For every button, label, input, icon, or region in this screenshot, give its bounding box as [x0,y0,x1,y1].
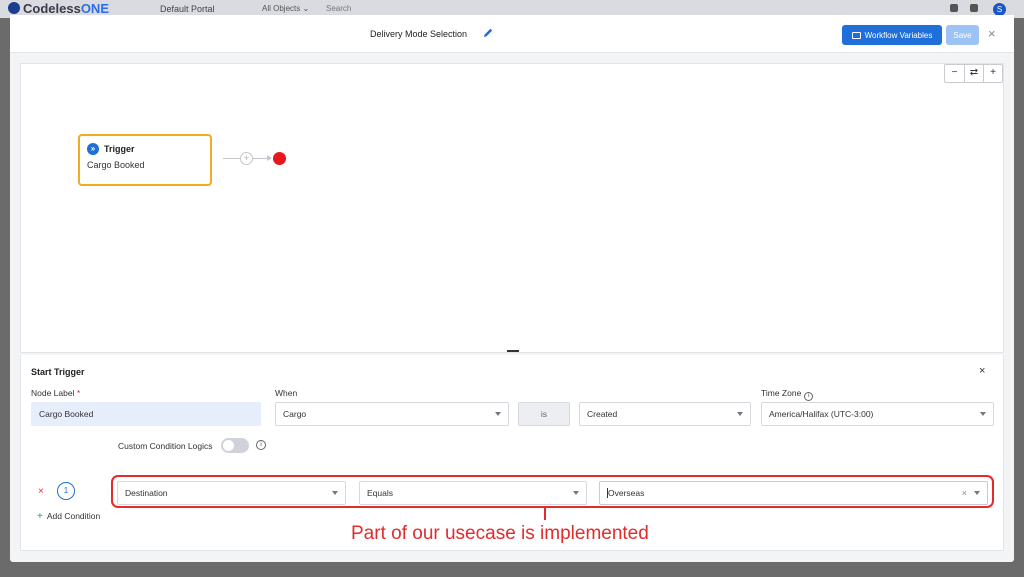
node-label-label: Node Label * [31,388,80,398]
add-condition-button[interactable]: + Add Condition [37,511,100,522]
arrow-head-icon [267,155,272,161]
custom-condition-logics-label: Custom Condition Logics [118,441,213,451]
close-icon[interactable]: × [988,26,996,42]
toggle-knob [223,440,234,451]
box-icon [851,31,861,39]
portal-name: Default Portal [160,4,215,14]
annotation-pointer [544,508,546,520]
add-step-button[interactable]: + [240,152,253,165]
panel-title: Start Trigger [31,367,85,377]
logo-suffix: ONE [80,1,109,16]
chevron-down-icon [495,412,501,416]
pencil-icon[interactable] [482,27,494,39]
trigger-node-subtitle: Cargo Booked [87,160,145,170]
when-operator: is [518,402,570,426]
required-mark: * [76,388,81,398]
reset-view-button[interactable]: ⇄ [964,65,983,82]
end-node [273,152,286,165]
save-button[interactable]: Save [946,25,979,45]
trigger-node[interactable]: » Trigger Cargo Booked [78,134,212,186]
bell-icon [970,4,978,12]
logo-text: Codeless [23,1,81,16]
zoom-controls: − ⇄ + [944,64,1003,83]
annotation-text: Part of our usecase is implemented [351,523,649,544]
settings-icon [950,4,958,12]
when-object-select[interactable]: Cargo [275,402,509,426]
chevron-down-icon [980,412,986,416]
all-objects-menu: All Objects ⌄ [262,4,310,13]
time-zone-label-text: Time Zone [761,388,802,398]
condition-number-badge: 1 [57,482,75,500]
time-zone-label: Time Zone i [761,388,814,401]
plus-icon: + [37,511,43,522]
start-trigger-panel: Start Trigger × Node Label * Cargo Booke… [20,355,1004,551]
global-search: Search [326,4,352,13]
node-label-input[interactable]: Cargo Booked [31,402,261,426]
info-icon[interactable]: i [804,392,814,401]
annotation-highlight-box [111,475,994,508]
workflow-variables-button[interactable]: Workflow Variables [842,25,942,45]
when-event-value: Created [587,409,618,419]
custom-condition-logics-toggle[interactable] [221,438,249,453]
trigger-node-title: Trigger [104,144,135,154]
chevron-down-icon [737,412,743,416]
modal-header: Delivery Mode Selection Workflow Variabl… [10,15,1014,53]
time-zone-select[interactable]: America/Halifax (UTC-3:00) [761,402,994,426]
when-label: When [275,388,298,398]
chevrons-right-icon: » [87,143,99,155]
workflow-variables-label: Workflow Variables [864,30,933,40]
workflow-modal: Delivery Mode Selection Workflow Variabl… [10,15,1014,562]
logo-mark-icon [8,2,20,14]
when-event-select[interactable]: Created [579,402,751,426]
info-icon[interactable]: i [256,440,266,450]
time-zone-value: America/Halifax (UTC-3:00) [769,409,874,419]
zoom-in-button[interactable]: + [983,65,1002,82]
remove-condition-icon[interactable]: × [38,486,44,497]
workflow-canvas[interactable]: − ⇄ + » Trigger Cargo Booked + [20,63,1004,353]
zoom-out-button[interactable]: − [945,65,964,82]
node-label-text: Node Label [31,388,75,398]
close-icon[interactable]: × [979,365,985,377]
panel-resize-handle[interactable] [507,350,519,352]
when-object-value: Cargo [283,409,307,419]
workflow-title: Delivery Mode Selection [370,29,468,39]
add-condition-label: Add Condition [46,511,101,521]
app-logo: CodelessONE [8,1,109,16]
